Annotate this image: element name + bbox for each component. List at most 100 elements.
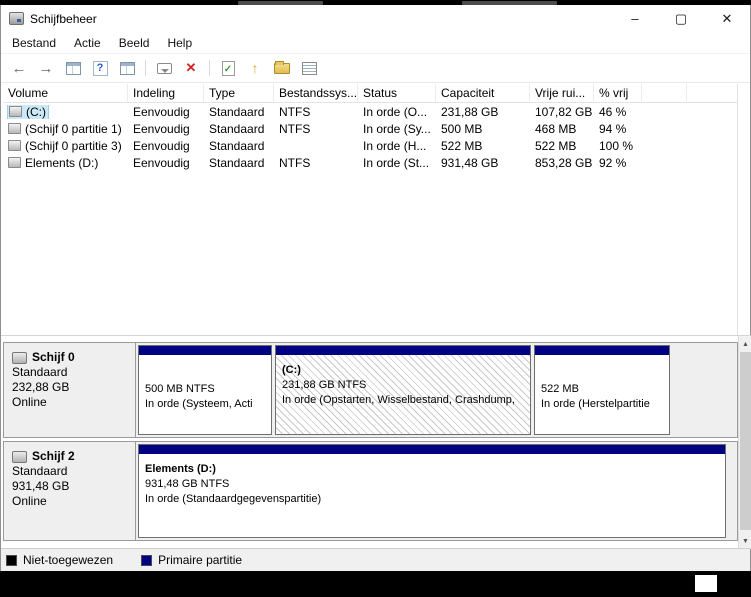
delete-volume-icon[interactable]: ✕ bbox=[182, 59, 200, 77]
volume-name: (Schijf 0 partitie 3) bbox=[25, 139, 122, 153]
partition-title: (C:) bbox=[282, 363, 526, 378]
disk-icon bbox=[12, 451, 27, 463]
maximize-button[interactable]: ▢ bbox=[658, 5, 704, 32]
cell-vrij: 468 MB bbox=[530, 122, 594, 136]
cell-type: Standaard bbox=[204, 156, 274, 170]
scroll-down-icon[interactable]: ▼ bbox=[739, 534, 751, 548]
toolbar: ← → ? ✕ ✓ ↑ bbox=[1, 53, 750, 83]
selected-volume-highlight: (C:) bbox=[8, 105, 48, 119]
partition-elements-d[interactable]: Elements (D:) 931,48 GB NTFS In orde (St… bbox=[138, 444, 726, 538]
column-header-pct-vrij[interactable]: % vrij bbox=[594, 84, 642, 102]
column-header-type[interactable]: Type bbox=[204, 84, 274, 102]
back-icon[interactable]: ← bbox=[10, 59, 28, 77]
disk-size: 232,88 GB bbox=[12, 380, 129, 395]
partition-size-line: 500 MB NTFS bbox=[145, 382, 267, 397]
details-view-icon[interactable] bbox=[118, 59, 136, 77]
cell-pct: 94 % bbox=[594, 122, 642, 136]
list-view-icon[interactable] bbox=[300, 59, 318, 77]
partition-size-line: 931,48 GB NTFS bbox=[145, 477, 721, 492]
disk-kind: Standaard bbox=[12, 365, 129, 380]
disk-kind: Standaard bbox=[12, 464, 129, 479]
column-header-capaciteit[interactable]: Capaciteit bbox=[436, 84, 530, 102]
forward-icon[interactable]: → bbox=[37, 59, 55, 77]
primary-partition-swatch bbox=[141, 555, 152, 566]
volume-icon bbox=[9, 106, 22, 117]
volume-icon bbox=[8, 123, 21, 134]
cell-capaciteit: 522 MB bbox=[436, 139, 530, 153]
cell-pct: 100 % bbox=[594, 139, 642, 153]
cell-indeling: Eenvoudig bbox=[128, 156, 204, 170]
cell-fs: NTFS bbox=[274, 105, 358, 119]
menu-bestand[interactable]: Bestand bbox=[3, 33, 65, 53]
partition-color-bar bbox=[139, 445, 725, 454]
disk-status: Online bbox=[12, 494, 129, 509]
cell-vrij: 107,82 GB bbox=[530, 105, 594, 119]
column-header-status[interactable]: Status bbox=[358, 84, 436, 102]
properties-icon[interactable] bbox=[155, 59, 173, 77]
disk-name: Schijf 0 bbox=[32, 350, 75, 365]
help-glyph: ? bbox=[97, 62, 104, 74]
table-row[interactable]: (C:) Eenvoudig Standaard NTFS In orde (O… bbox=[3, 103, 737, 120]
toolbar-separator bbox=[145, 60, 146, 76]
disk-info-schijf-2[interactable]: Schijf 2 Standaard 931,48 GB Online bbox=[4, 442, 136, 540]
vertical-scrollbar[interactable]: ▲ ▼ bbox=[738, 336, 751, 549]
partition-area: 500 MB NTFS In orde (Systeem, Acti (C:) … bbox=[136, 343, 737, 437]
close-button[interactable]: ✕ bbox=[704, 5, 750, 32]
help-icon[interactable]: ? bbox=[91, 59, 109, 77]
partition-system[interactable]: 500 MB NTFS In orde (Systeem, Acti bbox=[138, 345, 272, 435]
column-header-indeling[interactable]: Indeling bbox=[128, 84, 204, 102]
disk-size: 931,48 GB bbox=[12, 479, 129, 494]
legend-bar: Niet-toegewezen Primaire partitie bbox=[1, 548, 750, 571]
console-tree-icon[interactable] bbox=[64, 59, 82, 77]
legend-label: Primaire partitie bbox=[158, 553, 242, 567]
scrollbar-thumb[interactable] bbox=[740, 352, 751, 530]
menu-beeld[interactable]: Beeld bbox=[110, 33, 159, 53]
partition-color-bar bbox=[535, 346, 669, 355]
partition-color-bar bbox=[276, 346, 530, 355]
cell-type: Standaard bbox=[204, 139, 274, 153]
volume-name: (C:) bbox=[26, 105, 46, 119]
menu-bar: Bestand Actie Beeld Help bbox=[1, 32, 750, 53]
cell-vrij: 522 MB bbox=[530, 139, 594, 153]
scroll-up-icon[interactable]: ▲ bbox=[739, 337, 751, 351]
cell-indeling: Eenvoudig bbox=[128, 122, 204, 136]
title-bar: Schijfbeheer – ▢ ✕ bbox=[1, 5, 750, 32]
edit-folder-icon[interactable] bbox=[273, 59, 291, 77]
app-icon bbox=[9, 12, 24, 25]
partition-color-bar bbox=[139, 346, 271, 355]
cell-vrij: 853,28 GB bbox=[530, 156, 594, 170]
disk-management-window: Schijfbeheer – ▢ ✕ Bestand Actie Beeld H… bbox=[0, 5, 751, 571]
disk-info-schijf-0[interactable]: Schijf 0 Standaard 232,88 GB Online bbox=[4, 343, 136, 437]
column-header-volume[interactable]: Volume bbox=[3, 84, 128, 102]
cell-fs: NTFS bbox=[274, 156, 358, 170]
minimize-button[interactable]: – bbox=[612, 5, 658, 32]
partition-size-line: 522 MB bbox=[541, 382, 665, 397]
cell-capaciteit: 931,48 GB bbox=[436, 156, 530, 170]
cell-capaciteit: 500 MB bbox=[436, 122, 530, 136]
cell-indeling: Eenvoudig bbox=[128, 105, 204, 119]
export-icon[interactable]: ↑ bbox=[246, 59, 264, 77]
legend-item-unallocated: Niet-toegewezen bbox=[6, 553, 113, 567]
checklist-icon[interactable]: ✓ bbox=[219, 59, 237, 77]
cell-status: In orde (Sy... bbox=[358, 122, 436, 136]
cell-pct: 92 % bbox=[594, 156, 642, 170]
column-header-vrije-ruimte[interactable]: Vrije rui... bbox=[530, 84, 594, 102]
cell-fs: NTFS bbox=[274, 122, 358, 136]
partition-size-line: 231,88 GB NTFS bbox=[282, 378, 526, 393]
delete-glyph: ✕ bbox=[186, 60, 197, 76]
volume-list: Volume Indeling Type Bestandssys... Stat… bbox=[3, 84, 738, 335]
legend-label: Niet-toegewezen bbox=[23, 553, 113, 567]
table-row[interactable]: (Schijf 0 partitie 3) Eenvoudig Standaar… bbox=[3, 137, 737, 154]
window-controls: – ▢ ✕ bbox=[612, 5, 750, 32]
menu-actie[interactable]: Actie bbox=[65, 33, 110, 53]
partition-c[interactable]: (C:) 231,88 GB NTFS In orde (Opstarten, … bbox=[275, 345, 531, 435]
disk-name: Schijf 2 bbox=[32, 449, 75, 464]
partition-status-line: In orde (Opstarten, Wisselbestand, Crash… bbox=[282, 393, 526, 408]
table-row[interactable]: (Schijf 0 partitie 1) Eenvoudig Standaar… bbox=[3, 120, 737, 137]
column-header-bestandssysteem[interactable]: Bestandssys... bbox=[274, 84, 358, 102]
volume-icon bbox=[8, 140, 21, 151]
table-row[interactable]: Elements (D:) Eenvoudig Standaard NTFS I… bbox=[3, 154, 737, 171]
background-window-fragment bbox=[695, 575, 717, 592]
menu-help[interactable]: Help bbox=[158, 33, 201, 53]
partition-recovery[interactable]: 522 MB In orde (Herstelpartitie bbox=[534, 345, 670, 435]
